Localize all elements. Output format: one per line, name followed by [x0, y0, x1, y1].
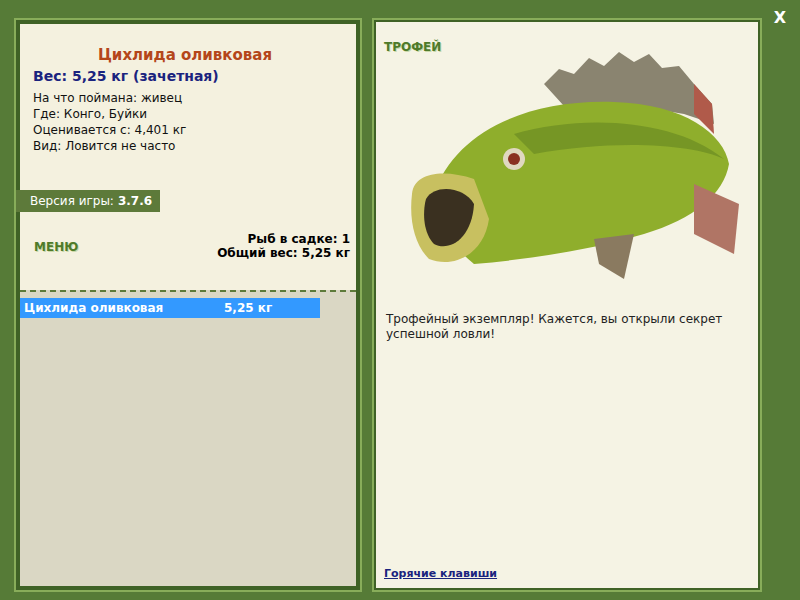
trophy-badge: ТРОФЕЙ: [384, 40, 750, 54]
fish-detail: Оценивается с: 4,401 кг: [33, 122, 350, 138]
close-button[interactable]: X: [770, 6, 790, 29]
catch-screen: X Цихлида оливковая Вес: 5,25 кг (зачетная…: [0, 0, 800, 600]
fish-detail: Где: Конго, Буйки: [33, 106, 350, 122]
fish-weight: Вес: 5,25 кг (зачетная): [20, 68, 350, 84]
catch-list: Цихлида оливковая5,25 кг: [20, 290, 356, 586]
hotkeys-link[interactable]: Горячие клавиши: [384, 567, 750, 580]
trophy-message: Трофейный экземпляр! Кажется, вы открыли…: [386, 312, 750, 342]
keepnet-summary: Рыб в садке: 1Общий вес: 5,25 кг: [217, 232, 350, 260]
fish-detail: Вид: Ловится не часто: [33, 138, 350, 154]
fish-title: Цихлида оливковая: [20, 46, 350, 64]
fish-card: Цихлида оливковая Вес: 5,25 кг (зачетная)…: [20, 24, 356, 290]
fish-info-panel: Цихлида оливковая Вес: 5,25 кг (зачетная)…: [14, 18, 362, 592]
menu-button[interactable]: МЕНЮ: [34, 240, 78, 254]
fish-detail: На что поймана: живец: [33, 90, 350, 106]
catch-row[interactable]: Цихлида оливковая5,25 кг: [20, 298, 320, 318]
trophy-panel: ТРОФЕЙ Трофейный экземпляр! Кажется, вы о…: [372, 18, 762, 592]
version-bar: Версия игры:3.7.6: [16, 190, 160, 212]
fish-icon: [394, 44, 754, 294]
